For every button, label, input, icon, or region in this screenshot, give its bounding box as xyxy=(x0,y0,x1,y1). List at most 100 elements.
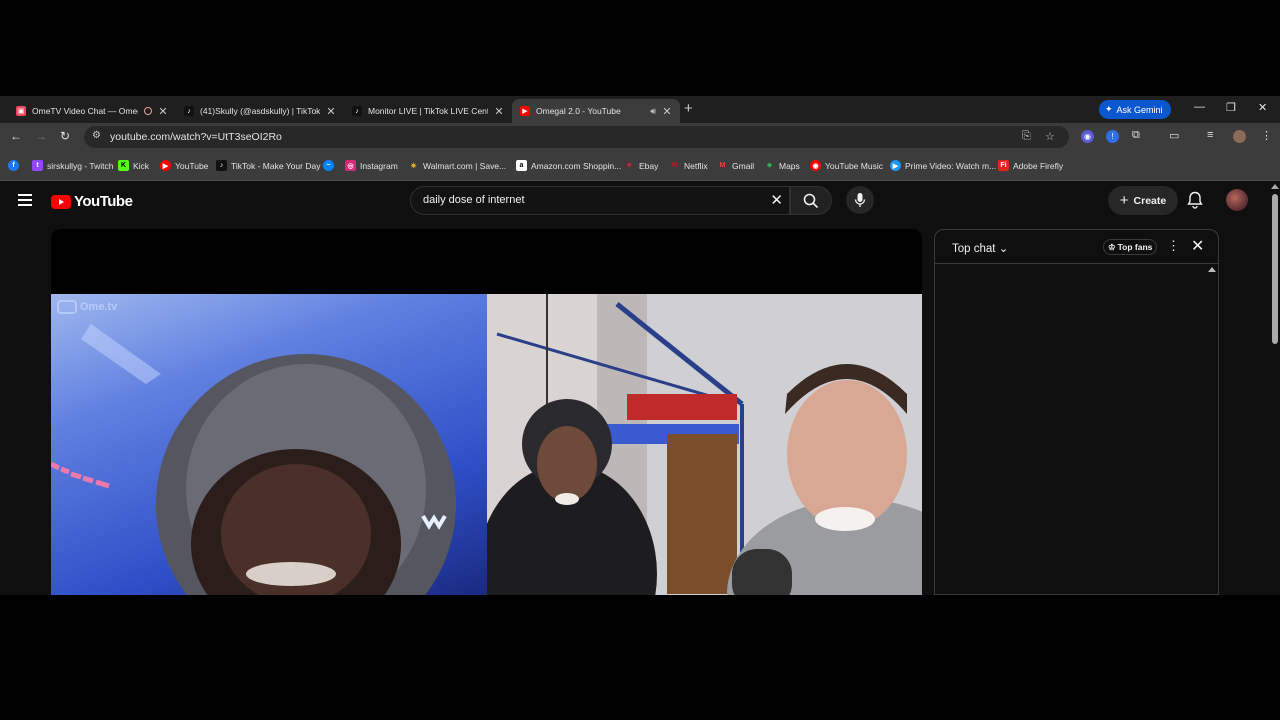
bookmark-instagram[interactable]: ◎ Instagram xyxy=(345,160,398,171)
prime-video-icon: ▶ xyxy=(890,160,901,171)
bookmark-label: YouTube Music xyxy=(825,160,883,171)
search-icon xyxy=(803,193,819,208)
bookmark-label: sirskullyg - Twitch xyxy=(47,160,114,171)
search-button[interactable] xyxy=(790,186,832,215)
tab-title: (41)Skully (@asdskully) | TikTok xyxy=(200,106,320,116)
chevron-down-icon: ⌄ xyxy=(998,243,1009,255)
user-avatar[interactable] xyxy=(1226,189,1248,211)
bookmark-walmart[interactable]: ✳ Walmart.com | Save... xyxy=(408,160,507,171)
bookmarks-bar: f t sirskullyg - Twitch K Kick ▶ YouTube ♪ T… xyxy=(0,151,1280,181)
close-tab-icon[interactable]: ✕ xyxy=(662,105,672,118)
hamburger-menu-icon[interactable] xyxy=(18,194,32,209)
minimize-icon[interactable]: — xyxy=(1194,101,1205,113)
bookmark-label: Kick xyxy=(133,160,150,171)
youtube-icon: ▶ xyxy=(160,160,171,171)
chat-mode-dropdown[interactable]: Top chat ⌄ xyxy=(952,241,1008,255)
scrollbar-thumb[interactable] xyxy=(1272,194,1278,344)
bookmark-label: TikTok - Make Your Day xyxy=(231,160,321,171)
bookmark-label: Gmail xyxy=(732,160,755,171)
side-panel-icon[interactable]: ▭ xyxy=(1169,129,1179,142)
install-app-icon[interactable]: ⎘ xyxy=(1022,130,1031,143)
create-label: Create xyxy=(1133,194,1167,207)
tab-tiktok-live[interactable]: ♪ Monitor LIVE | TikTok LIVE Center ✕ xyxy=(344,99,512,123)
tab-title: Omegal 2.0 - YouTube xyxy=(536,106,621,116)
forward-icon[interactable]: → xyxy=(35,129,47,143)
tiktok-favicon-icon: ♪ xyxy=(184,106,194,116)
chat-more-options-icon[interactable]: ⋮ xyxy=(1167,238,1180,254)
tiktok-icon: ♪ xyxy=(216,160,227,171)
close-tab-icon[interactable]: ✕ xyxy=(494,105,504,118)
amazon-icon: a xyxy=(516,160,527,171)
bookmark-tiktok[interactable]: ♪ TikTok - Make Your Day xyxy=(216,160,320,171)
bookmark-prime-video[interactable]: ▶ Prime Video: Watch m... xyxy=(890,160,996,171)
back-icon[interactable]: ← xyxy=(10,129,22,143)
profile-avatar-icon[interactable] xyxy=(1233,130,1246,143)
bookmark-label: Ebay xyxy=(639,160,659,171)
tab-youtube[interactable]: ▶ Omegal 2.0 - YouTube 🔊︎ ✕ xyxy=(512,99,680,123)
menu-kebab-icon[interactable]: ⋮ xyxy=(1261,129,1272,142)
facebook-icon: f xyxy=(8,160,19,171)
bookmark-label: Adobe Firefly xyxy=(1013,160,1064,171)
bookmark-twitch[interactable]: t sirskullyg - Twitch xyxy=(32,160,113,171)
bookmark-youtube-music[interactable]: ◉ YouTube Music xyxy=(810,160,883,171)
video-player[interactable]: Ome.tv xyxy=(51,229,922,595)
chat-scroll-up-icon[interactable] xyxy=(1208,267,1216,272)
media-controls-icon[interactable]: ≡ xyxy=(1207,129,1213,141)
bookmark-star-icon[interactable]: ☆ xyxy=(1045,130,1055,143)
reload-icon[interactable]: ↻ xyxy=(60,129,70,143)
youtube-wordmark: YouTube xyxy=(74,193,133,210)
bookmark-youtube[interactable]: ▶ YouTube xyxy=(160,160,208,171)
address-url[interactable]: youtube.com/watch?v=UtT3seOI2Ro xyxy=(110,131,282,143)
bookmark-adobe-firefly[interactable]: Fi Adobe Firefly xyxy=(998,160,1063,171)
clear-search-icon[interactable]: ✕ xyxy=(770,191,783,209)
two-people-laughing-image xyxy=(487,294,922,595)
bookmark-facebook[interactable]: f xyxy=(8,160,23,171)
bookmark-messenger[interactable]: ~ xyxy=(323,160,338,171)
create-button[interactable]: + Create xyxy=(1108,186,1178,215)
browser-toolbar: ← → ↻ ⚙ youtube.com/watch?v=UtT3seOI2Ro … xyxy=(0,123,1280,151)
chat-close-icon[interactable]: ✕ xyxy=(1191,236,1204,256)
bookmark-label: Prime Video: Watch m... xyxy=(905,160,997,171)
netflix-icon: N xyxy=(671,162,678,169)
crown-icon: ♔ xyxy=(1108,241,1116,252)
bookmark-netflix[interactable]: N Netflix xyxy=(669,160,708,171)
tiktok-favicon-icon: ♪ xyxy=(352,106,362,116)
gmail-icon: M xyxy=(719,162,726,169)
speaker-icon[interactable]: 🔊︎ xyxy=(650,106,656,117)
search-input[interactable]: daily dose of internet ✕ xyxy=(410,186,790,215)
close-window-icon[interactable]: ✕ xyxy=(1258,101,1267,114)
scroll-up-arrow-icon[interactable] xyxy=(1271,184,1279,189)
maps-pin-icon: ⬥ xyxy=(767,161,772,169)
extensions-puzzle-icon[interactable]: ⧉ xyxy=(1132,129,1140,142)
address-bar[interactable]: ⚙ youtube.com/watch?v=UtT3seOI2Ro ⎘ ☆ xyxy=(84,126,1069,148)
new-tab-button[interactable]: + xyxy=(684,101,693,117)
restore-icon[interactable]: ❐ xyxy=(1226,101,1236,114)
close-tab-icon[interactable]: ✕ xyxy=(158,105,168,118)
tab-ometv[interactable]: ▣ OmeTV Video Chat — Omeg ✕ xyxy=(8,99,176,123)
bookmark-maps[interactable]: ⬥ Maps xyxy=(764,160,800,171)
site-info-icon[interactable]: ⚙ xyxy=(92,130,101,141)
page-scrollbar[interactable] xyxy=(1270,182,1280,595)
bookmark-label: Amazon.com Shoppin... xyxy=(531,160,622,171)
youtube-logo[interactable]: YouTube xyxy=(51,193,133,210)
tab-tiktok-profile[interactable]: ♪ (41)Skully (@asdskully) | TikTok ✕ xyxy=(176,99,344,123)
bookmark-gmail[interactable]: M Gmail xyxy=(717,160,755,171)
youtube-favicon-icon: ▶ xyxy=(520,106,530,116)
notifications-bell-icon[interactable] xyxy=(1187,191,1203,214)
bookmark-ebay[interactable]: e Ebay xyxy=(624,160,659,171)
bookmark-kick[interactable]: K Kick xyxy=(118,160,149,171)
ask-gemini-button[interactable]: ✦ Ask Gemini xyxy=(1099,100,1171,119)
video-left-camera: Ome.tv xyxy=(51,294,487,595)
extension-icon[interactable]: ◉ xyxy=(1081,130,1094,143)
video-right-camera xyxy=(487,294,922,595)
tab-title: OmeTV Video Chat — Omeg xyxy=(32,106,138,116)
bookmark-label: Netflix xyxy=(684,160,708,171)
bookmark-amazon[interactable]: a Amazon.com Shoppin... xyxy=(516,160,621,171)
password-manager-icon[interactable]: ! xyxy=(1106,130,1119,143)
search-query-text[interactable]: daily dose of internet xyxy=(423,194,525,206)
voice-search-button[interactable] xyxy=(846,186,874,214)
top-fans-button[interactable]: ♔ Top fans xyxy=(1103,239,1158,255)
bookmark-label: Maps xyxy=(779,160,800,171)
walmart-icon: ✳ xyxy=(410,162,417,170)
close-tab-icon[interactable]: ✕ xyxy=(326,105,336,118)
